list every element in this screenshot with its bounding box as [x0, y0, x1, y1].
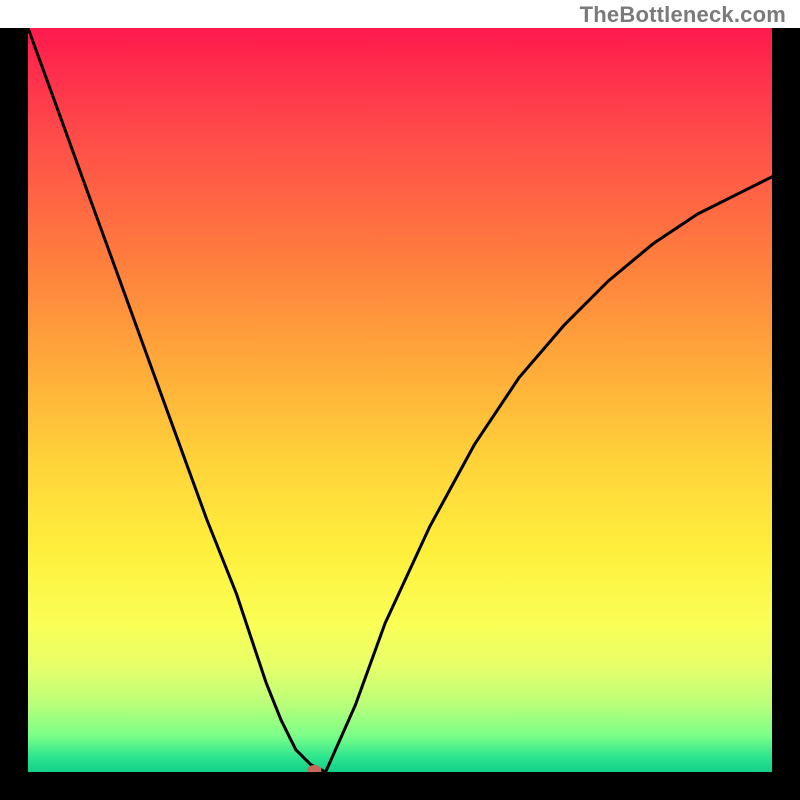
attribution-text: TheBottleneck.com: [580, 2, 786, 28]
chart-container: TheBottleneck.com: [0, 0, 800, 800]
plot-frame: [0, 28, 800, 800]
plot-area: [28, 28, 772, 772]
